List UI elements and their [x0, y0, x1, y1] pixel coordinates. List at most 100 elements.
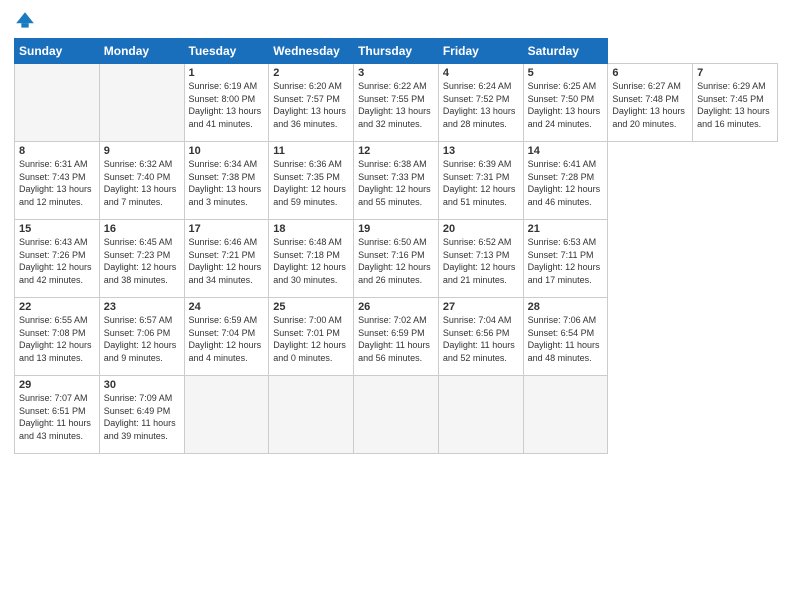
calendar-week-1: 1 Sunrise: 6:19 AMSunset: 8:00 PMDaylight…	[15, 64, 778, 142]
logo-icon	[14, 10, 36, 32]
day-number: 11	[273, 145, 349, 157]
day-info: Sunrise: 6:41 AMSunset: 7:28 PMDaylight:…	[528, 159, 601, 207]
day-cell-8: 8 Sunrise: 6:31 AMSunset: 7:43 PMDaylight…	[15, 142, 100, 220]
day-number: 12	[358, 145, 434, 157]
day-info: Sunrise: 6:43 AMSunset: 7:26 PMDaylight:…	[19, 237, 92, 285]
header-row	[14, 10, 778, 32]
day-number: 29	[19, 379, 95, 391]
day-info: Sunrise: 6:25 AMSunset: 7:50 PMDaylight:…	[528, 81, 601, 129]
day-header-tuesday: Tuesday	[184, 39, 269, 64]
day-number: 18	[273, 223, 349, 235]
calendar-header-row: SundayMondayTuesdayWednesdayThursdayFrid…	[15, 39, 778, 64]
day-info: Sunrise: 6:53 AMSunset: 7:11 PMDaylight:…	[528, 237, 601, 285]
empty-cell	[438, 376, 523, 454]
calendar-table: SundayMondayTuesdayWednesdayThursdayFrid…	[14, 38, 778, 454]
day-info: Sunrise: 6:27 AMSunset: 7:48 PMDaylight:…	[612, 81, 685, 129]
empty-cell	[99, 64, 184, 142]
day-number: 6	[612, 67, 688, 79]
day-number: 5	[528, 67, 604, 79]
day-number: 22	[19, 301, 95, 313]
day-cell-19: 19 Sunrise: 6:50 AMSunset: 7:16 PMDayligh…	[354, 220, 439, 298]
day-cell-17: 17 Sunrise: 6:46 AMSunset: 7:21 PMDayligh…	[184, 220, 269, 298]
day-number: 2	[273, 67, 349, 79]
day-number: 30	[104, 379, 180, 391]
day-cell-12: 12 Sunrise: 6:38 AMSunset: 7:33 PMDayligh…	[354, 142, 439, 220]
day-cell-26: 26 Sunrise: 7:02 AMSunset: 6:59 PMDayligh…	[354, 298, 439, 376]
day-info: Sunrise: 6:38 AMSunset: 7:33 PMDaylight:…	[358, 159, 431, 207]
day-number: 21	[528, 223, 604, 235]
day-cell-13: 13Sunrise: 6:39 AMSunset: 7:31 PMDayligh…	[438, 142, 523, 220]
day-number: 9	[104, 145, 180, 157]
day-info: Sunrise: 6:48 AMSunset: 7:18 PMDaylight:…	[273, 237, 346, 285]
day-cell-5: 5 Sunrise: 6:25 AMSunset: 7:50 PMDaylight…	[523, 64, 608, 142]
day-number: 23	[104, 301, 180, 313]
logo	[14, 10, 40, 32]
day-info: Sunrise: 6:20 AMSunset: 7:57 PMDaylight:…	[273, 81, 346, 129]
day-info: Sunrise: 7:02 AMSunset: 6:59 PMDaylight:…	[358, 315, 430, 363]
day-info: Sunrise: 6:29 AMSunset: 7:45 PMDaylight:…	[697, 81, 770, 129]
day-cell-18: 18 Sunrise: 6:48 AMSunset: 7:18 PMDayligh…	[269, 220, 354, 298]
day-cell-20: 20 Sunrise: 6:52 AMSunset: 7:13 PMDayligh…	[438, 220, 523, 298]
day-info: Sunrise: 6:34 AMSunset: 7:38 PMDaylight:…	[189, 159, 262, 207]
day-info: Sunrise: 6:57 AMSunset: 7:06 PMDaylight:…	[104, 315, 177, 363]
day-number: 28	[528, 301, 604, 313]
day-number: 17	[189, 223, 265, 235]
day-number: 24	[189, 301, 265, 313]
day-info: Sunrise: 6:59 AMSunset: 7:04 PMDaylight:…	[189, 315, 262, 363]
day-header-monday: Monday	[99, 39, 184, 64]
day-info: Sunrise: 6:22 AMSunset: 7:55 PMDaylight:…	[358, 81, 431, 129]
day-cell-28: 28 Sunrise: 7:06 AMSunset: 6:54 PMDayligh…	[523, 298, 608, 376]
empty-cell	[184, 376, 269, 454]
day-number: 26	[358, 301, 434, 313]
day-info: Sunrise: 6:46 AMSunset: 7:21 PMDaylight:…	[189, 237, 262, 285]
calendar-week-2: 8 Sunrise: 6:31 AMSunset: 7:43 PMDaylight…	[15, 142, 778, 220]
day-cell-14: 14Sunrise: 6:41 AMSunset: 7:28 PMDayligh…	[523, 142, 608, 220]
day-number: 4	[443, 67, 519, 79]
day-cell-23: 23 Sunrise: 6:57 AMSunset: 7:06 PMDayligh…	[99, 298, 184, 376]
day-number: 7	[697, 67, 773, 79]
calendar-week-4: 22 Sunrise: 6:55 AMSunset: 7:08 PMDayligh…	[15, 298, 778, 376]
day-cell-1: 1 Sunrise: 6:19 AMSunset: 8:00 PMDaylight…	[184, 64, 269, 142]
day-info: Sunrise: 6:32 AMSunset: 7:40 PMDaylight:…	[104, 159, 177, 207]
main-container: SundayMondayTuesdayWednesdayThursdayFrid…	[0, 0, 792, 464]
day-header-friday: Friday	[438, 39, 523, 64]
day-cell-3: 3 Sunrise: 6:22 AMSunset: 7:55 PMDaylight…	[354, 64, 439, 142]
day-info: Sunrise: 7:07 AMSunset: 6:51 PMDaylight:…	[19, 393, 91, 441]
day-header-saturday: Saturday	[523, 39, 608, 64]
day-number: 1	[189, 67, 265, 79]
day-number: 16	[104, 223, 180, 235]
empty-cell	[354, 376, 439, 454]
day-info: Sunrise: 6:31 AMSunset: 7:43 PMDaylight:…	[19, 159, 92, 207]
day-info: Sunrise: 7:06 AMSunset: 6:54 PMDaylight:…	[528, 315, 600, 363]
day-cell-16: 16 Sunrise: 6:45 AMSunset: 7:23 PMDayligh…	[99, 220, 184, 298]
day-info: Sunrise: 6:19 AMSunset: 8:00 PMDaylight:…	[189, 81, 262, 129]
day-number: 13	[443, 145, 519, 157]
day-info: Sunrise: 6:55 AMSunset: 7:08 PMDaylight:…	[19, 315, 92, 363]
day-number: 3	[358, 67, 434, 79]
day-cell-29: 29 Sunrise: 7:07 AMSunset: 6:51 PMDayligh…	[15, 376, 100, 454]
day-info: Sunrise: 7:09 AMSunset: 6:49 PMDaylight:…	[104, 393, 176, 441]
day-info: Sunrise: 6:45 AMSunset: 7:23 PMDaylight:…	[104, 237, 177, 285]
day-cell-11: 11 Sunrise: 6:36 AMSunset: 7:35 PMDayligh…	[269, 142, 354, 220]
day-info: Sunrise: 7:04 AMSunset: 6:56 PMDaylight:…	[443, 315, 515, 363]
calendar-week-3: 15 Sunrise: 6:43 AMSunset: 7:26 PMDayligh…	[15, 220, 778, 298]
day-cell-4: 4Sunrise: 6:24 AMSunset: 7:52 PMDaylight…	[438, 64, 523, 142]
day-cell-25: 25Sunrise: 7:00 AMSunset: 7:01 PMDayligh…	[269, 298, 354, 376]
day-info: Sunrise: 6:52 AMSunset: 7:13 PMDaylight:…	[443, 237, 516, 285]
day-number: 20	[443, 223, 519, 235]
day-info: Sunrise: 6:50 AMSunset: 7:16 PMDaylight:…	[358, 237, 431, 285]
day-info: Sunrise: 6:36 AMSunset: 7:35 PMDaylight:…	[273, 159, 346, 207]
day-cell-15: 15 Sunrise: 6:43 AMSunset: 7:26 PMDayligh…	[15, 220, 100, 298]
empty-cell	[269, 376, 354, 454]
day-number: 8	[19, 145, 95, 157]
calendar-week-5: 29 Sunrise: 7:07 AMSunset: 6:51 PMDayligh…	[15, 376, 778, 454]
day-number: 15	[19, 223, 95, 235]
day-header-thursday: Thursday	[354, 39, 439, 64]
day-info: Sunrise: 7:00 AMSunset: 7:01 PMDaylight:…	[273, 315, 346, 363]
day-cell-9: 9 Sunrise: 6:32 AMSunset: 7:40 PMDaylight…	[99, 142, 184, 220]
day-number: 19	[358, 223, 434, 235]
day-cell-30: 30 Sunrise: 7:09 AMSunset: 6:49 PMDayligh…	[99, 376, 184, 454]
day-cell-24: 24 Sunrise: 6:59 AMSunset: 7:04 PMDayligh…	[184, 298, 269, 376]
day-cell-7: 7 Sunrise: 6:29 AMSunset: 7:45 PMDaylight…	[693, 64, 778, 142]
day-number: 27	[443, 301, 519, 313]
